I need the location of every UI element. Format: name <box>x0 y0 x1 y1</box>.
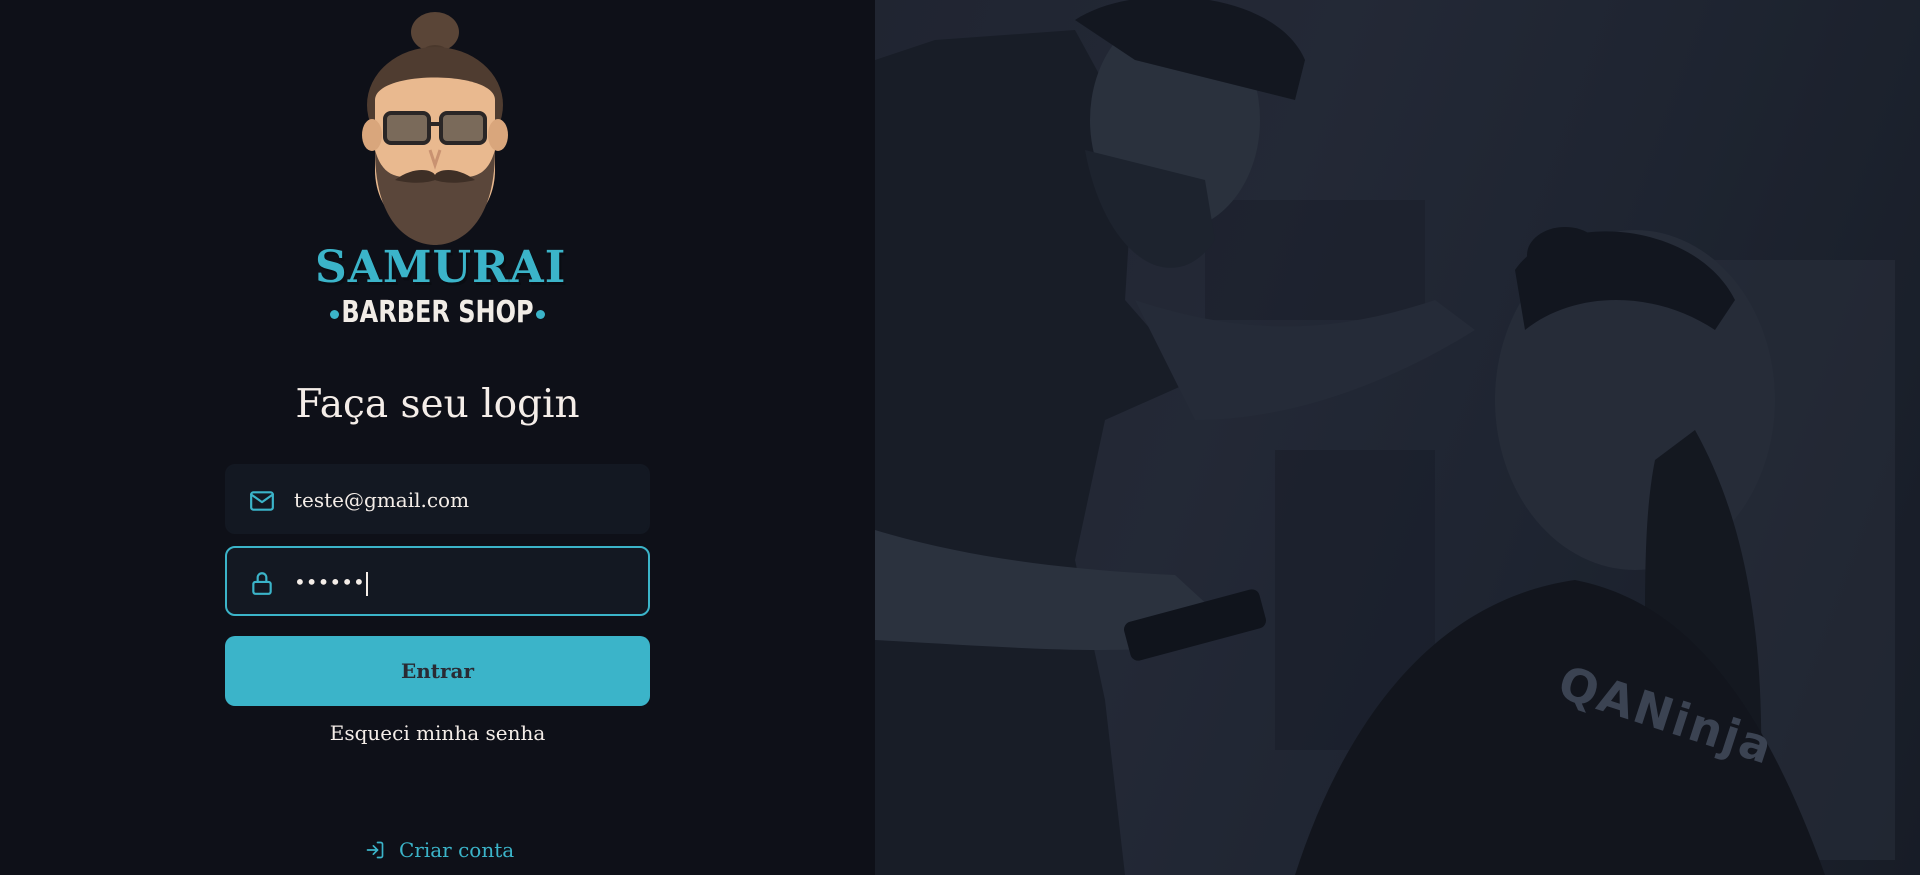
brand-logo: SAMURAI BARBER SHOP <box>315 10 567 330</box>
password-field[interactable]: •••••• <box>225 546 650 616</box>
barber-mascot-icon <box>362 12 508 245</box>
email-field[interactable]: teste@gmail.com <box>225 464 650 534</box>
submit-button[interactable]: Entrar <box>225 636 650 706</box>
log-in-icon <box>366 841 384 859</box>
page-title: Faça seu login <box>295 382 580 427</box>
text-caret <box>365 571 368 596</box>
mail-icon <box>250 491 274 511</box>
create-account-label: Criar conta <box>399 838 515 862</box>
create-account-link[interactable]: Criar conta <box>365 838 514 862</box>
forgot-password-link[interactable]: Esqueci minha senha <box>225 721 650 745</box>
password-value-wrap: •••••• <box>294 570 368 596</box>
logo-dot-left <box>330 310 339 319</box>
password-value: •••••• <box>294 570 365 594</box>
brand-name-bottom: BARBER SHOP <box>341 295 534 330</box>
logo-dot-right <box>536 310 545 319</box>
lock-icon <box>252 572 272 595</box>
brand-name-top: SAMURAI <box>315 242 567 293</box>
email-value: teste@gmail.com <box>294 488 470 512</box>
